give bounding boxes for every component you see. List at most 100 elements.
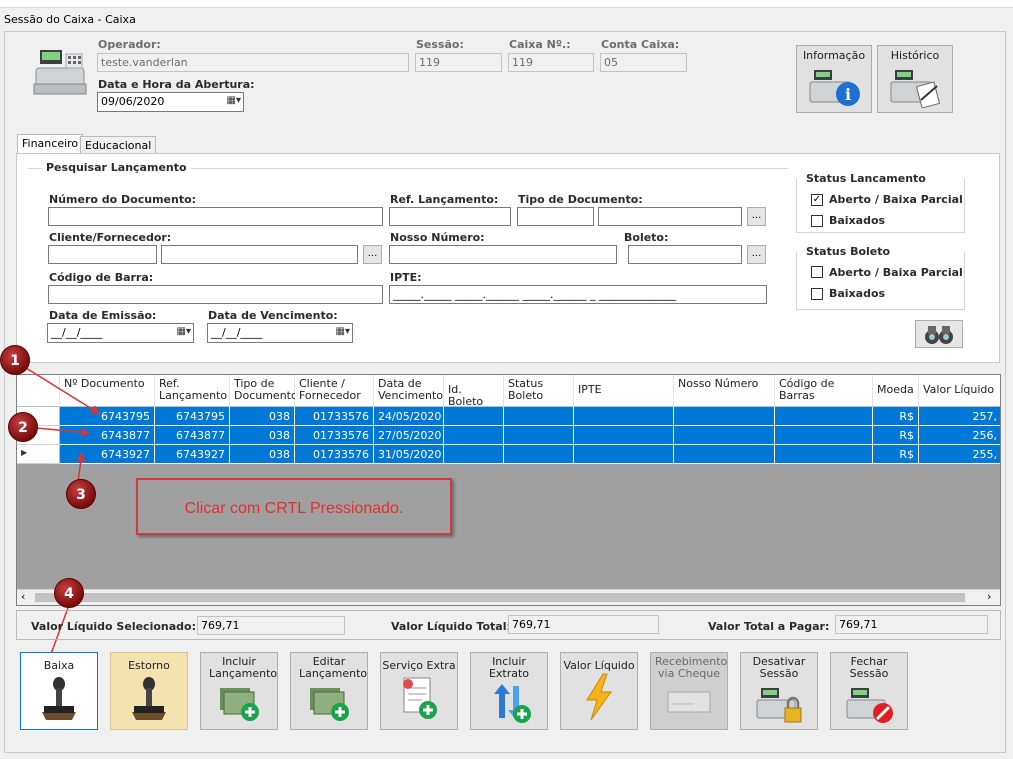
cliente-name-input[interactable] (161, 245, 358, 264)
data-vencimento-value: __/__/____ (211, 326, 263, 339)
grid-header-tipo-documento[interactable]: Tipo de Documento (230, 375, 298, 407)
grid-cell[interactable]: 038 (230, 445, 295, 464)
grid-header-data-vencimento[interactable]: Data de Vencimento (374, 375, 444, 407)
historico-button[interactable]: Histórico (877, 45, 953, 113)
grid-header-nosso-numero[interactable]: Nosso Número (674, 375, 775, 407)
transfer-add-icon (494, 684, 531, 723)
baixa-button[interactable]: Baixa (20, 652, 98, 730)
conta-caixa-field[interactable]: 05 (600, 53, 687, 72)
aberto-baixa-parcial-checkbox[interactable]: ✓ (811, 194, 823, 206)
grid-cell[interactable] (444, 445, 504, 464)
operador-field[interactable]: teste.vanderlan (97, 53, 409, 72)
ref-lancamento-label: Ref. Lançamento: (390, 193, 499, 206)
grid-header-id-boleto[interactable]: Id. Boleto (444, 375, 504, 408)
grid-cell[interactable] (775, 426, 873, 445)
grid-header-valor-liquido[interactable]: Valor Líquido (919, 375, 1000, 407)
abertura-date-field[interactable]: 09/06/2020 ▦▾ (97, 92, 244, 112)
grid-header-status-boleto[interactable]: Status Boleto (504, 375, 574, 407)
window-title: Sessão do Caixa - Caixa (4, 13, 136, 26)
editar-lancamento-label: Editar Lançamento (299, 655, 368, 680)
grid-cell[interactable] (504, 445, 574, 464)
calendar-dropdown-icon[interactable]: ▦▾ (320, 326, 350, 339)
grid-header-ipte[interactable]: IPTE (574, 375, 674, 407)
tab-financeiro[interactable]: Financeiro (17, 134, 84, 155)
grid-cell[interactable]: 31/05/2020 (374, 445, 444, 464)
grid-cell[interactable] (674, 445, 775, 464)
top-strip (0, 0, 1013, 8)
grid-cell[interactable] (504, 426, 574, 445)
boleto-baixados-checkbox[interactable] (811, 288, 823, 300)
grid-cell[interactable] (574, 407, 674, 426)
informacao-button[interactable]: Informação i (796, 45, 872, 113)
grid-cell[interactable]: 257, (919, 407, 1000, 426)
grid-header-codigo-barras[interactable]: Código de Barras (775, 375, 873, 407)
servico-extra-button[interactable]: Serviço Extra (380, 652, 458, 730)
recebimento-cheque-label: Recebimento via Cheque (655, 655, 728, 680)
valor-total-field[interactable]: 769,71 (508, 615, 659, 634)
pesquisar-group-title: Pesquisar Lançamento (42, 161, 191, 174)
valor-liquido-button[interactable]: Valor Líquido (560, 652, 638, 730)
fechar-sessao-button[interactable]: Fechar Sessão (830, 652, 908, 730)
grid-cell[interactable] (444, 407, 504, 426)
grid-cell[interactable]: R$ (873, 426, 919, 445)
grid-cell[interactable] (674, 426, 775, 445)
grid-cell[interactable] (674, 407, 775, 426)
codigo-barra-input[interactable] (48, 285, 383, 304)
grid-cell[interactable]: 256, (919, 426, 1000, 445)
nosso-numero-label: Nosso Número: (390, 231, 485, 244)
estorno-button[interactable]: Estorno (110, 652, 188, 730)
grid-cell[interactable] (444, 426, 504, 445)
grid-header-moeda[interactable]: Moeda (873, 375, 919, 407)
editar-lancamento-button[interactable]: Editar Lançamento (290, 652, 368, 730)
grid-cell[interactable]: R$ (873, 445, 919, 464)
scroll-right-icon[interactable]: › (987, 590, 991, 603)
tipo-documento-code-input[interactable] (517, 207, 594, 226)
grid-cell[interactable] (504, 407, 574, 426)
grid-cell[interactable]: R$ (873, 407, 919, 426)
ipte-input[interactable]: _____._____ _____.______ _____.______ _ … (389, 285, 767, 304)
ipte-label: IPTE: (390, 271, 422, 284)
cliente-code-input[interactable] (48, 245, 157, 264)
tipo-documento-lookup-button[interactable]: ... (747, 207, 766, 226)
grid-cell[interactable]: 038 (230, 426, 295, 445)
data-vencimento-input[interactable]: __/__/____ ▦▾ (207, 323, 353, 343)
numero-documento-input[interactable] (48, 207, 383, 226)
annotation-marker-1: 1 (0, 345, 30, 375)
sessao-field[interactable]: 119 (415, 53, 502, 72)
grid-cell[interactable]: 255, (919, 445, 1000, 464)
grid-cell[interactable]: 01733576 (295, 445, 374, 464)
grid-cell[interactable]: 01733576 (295, 426, 374, 445)
cliente-lookup-button[interactable]: ... (363, 245, 382, 264)
grid-cell[interactable] (775, 445, 873, 464)
boleto-aberto-checkbox[interactable] (811, 266, 823, 278)
grid-cell[interactable]: 24/05/2020 (374, 407, 444, 426)
numero-documento-label: Número do Documento: (49, 193, 197, 206)
cliente-fornecedor-label: Cliente/Fornecedor: (49, 231, 172, 244)
calendar-dropdown-icon[interactable]: ▦▾ (211, 95, 241, 108)
grid-cell[interactable] (574, 445, 674, 464)
recebimento-cheque-button[interactable]: Recebimento via Cheque (650, 652, 728, 730)
grid-cell[interactable] (574, 426, 674, 445)
desativar-sessao-button[interactable]: Desativar Sessão (740, 652, 818, 730)
grid-cell[interactable] (775, 407, 873, 426)
search-button[interactable] (915, 320, 963, 348)
valor-selecionado-field[interactable]: 769,71 (197, 616, 345, 635)
annotation-marker-3: 3 (66, 479, 96, 509)
boleto-input[interactable] (628, 245, 742, 264)
nosso-numero-input[interactable] (389, 245, 617, 264)
calendar-dropdown-icon[interactable]: ▦▾ (161, 326, 191, 339)
baixados-checkbox[interactable] (811, 215, 823, 227)
incluir-extrato-button[interactable]: Incluir Extrato (470, 652, 548, 730)
aberto-baixa-parcial-label: Aberto / Baixa Parcial (829, 193, 963, 206)
boleto-lookup-button[interactable]: ... (747, 245, 766, 264)
grid-cell[interactable]: 01733576 (295, 407, 374, 426)
grid-cell[interactable]: 038 (230, 407, 295, 426)
sessao-label: Sessão: (416, 38, 464, 51)
grid-cell[interactable]: 27/05/2020 (374, 426, 444, 445)
grid-header-cliente-fornecedor[interactable]: Cliente / Fornecedor (295, 375, 374, 407)
tipo-documento-desc-input[interactable] (598, 207, 742, 226)
caixa-field[interactable]: 119 (508, 53, 594, 72)
incluir-lancamento-button[interactable]: Incluir Lançamento (200, 652, 278, 730)
ref-lancamento-input[interactable] (389, 207, 511, 226)
valor-pagar-field[interactable]: 769,71 (835, 615, 988, 634)
